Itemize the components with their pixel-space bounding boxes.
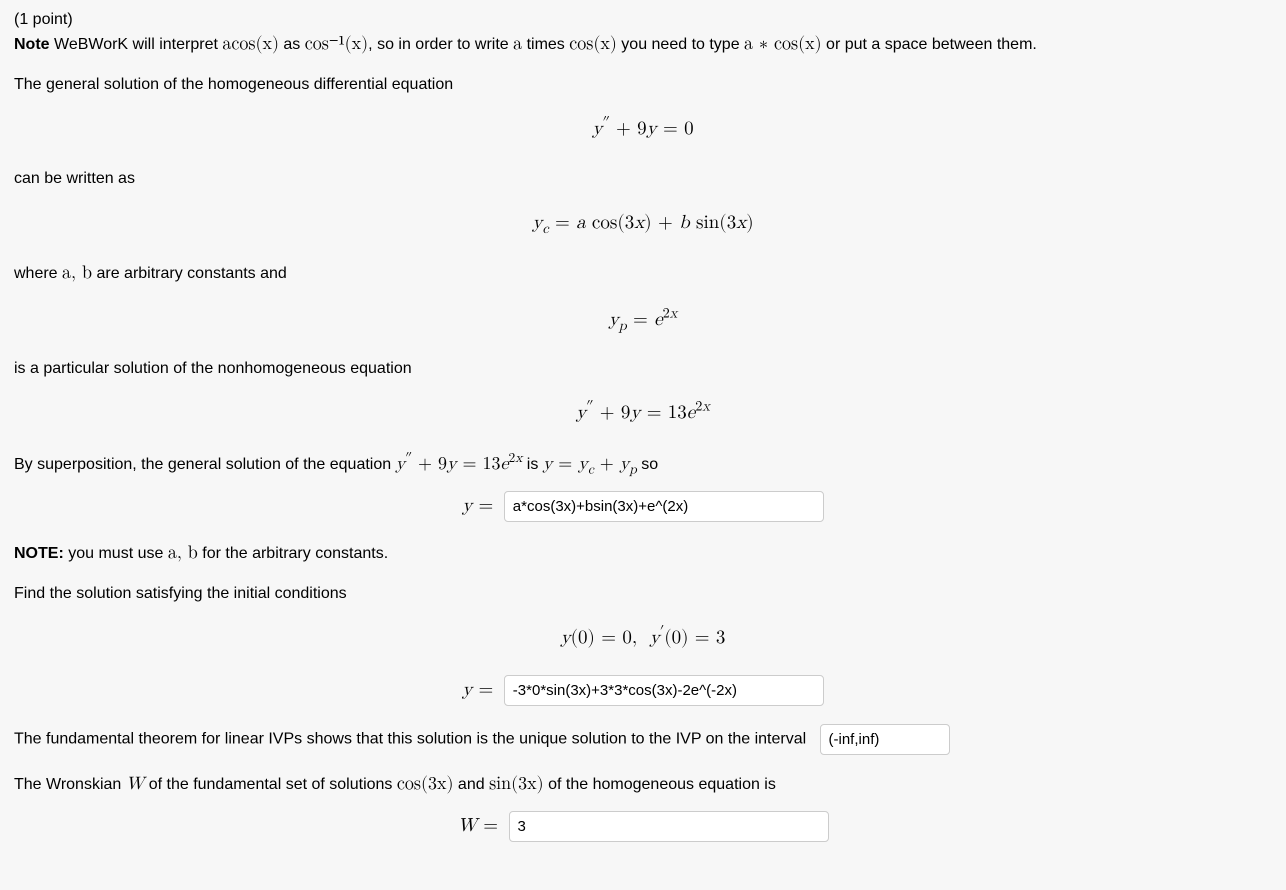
answer-row-y-general: y = <box>14 491 1272 522</box>
note2-text-a: you must use <box>64 545 168 562</box>
super-math-eq: y″ + 9y = 13e2x <box>396 455 523 473</box>
note-text-6: or put a space between them. <box>822 36 1037 53</box>
line-where-ab: where a, b are arbitrary constants and <box>14 260 1272 286</box>
y-general-input[interactable] <box>504 491 824 522</box>
note-math-arccos: cos⁻¹(x) <box>305 35 368 53</box>
wronskian-lhs: W = <box>457 816 498 835</box>
wronskian-input[interactable] <box>509 811 829 842</box>
wr-W: W <box>126 775 145 793</box>
super-math-sum: y = yc + yp <box>543 455 637 473</box>
point-value: (1 point) <box>14 11 73 28</box>
answer-row-wronskian: W = <box>14 811 1272 842</box>
y-general-lhs: y = <box>462 496 493 515</box>
note-text-5: you need to type <box>617 36 744 53</box>
answer-row-y-particular: y = <box>14 675 1272 706</box>
line-general-solution: The general solution of the homogeneous … <box>14 73 1272 96</box>
where-text-a: where <box>14 265 62 282</box>
wr-sin: sin(3x) <box>489 775 544 793</box>
note2-ab: a, b <box>168 544 198 562</box>
note-arb-constants: NOTE: you must use a, b for the arbitrar… <box>14 540 1272 566</box>
where-ab: a, b <box>62 264 92 282</box>
y-particular-lhs: y = <box>462 680 493 699</box>
note2-text-b: for the arbitrary constants. <box>198 545 388 562</box>
equation-nonhomogeneous: y″ + 9y = 13e2x <box>14 398 1272 428</box>
super-text-a: By superposition, the general solution o… <box>14 456 396 473</box>
note2-label: NOTE: <box>14 545 64 562</box>
equation-homogeneous: y″ + 9y = 0 <box>14 114 1272 144</box>
wr-cos: cos(3x) <box>397 775 454 793</box>
super-text-c: so <box>637 456 658 473</box>
equation-yc: yc = a cos(3x) + b sin(3x) <box>14 208 1272 238</box>
header-line: (1 point) Note WeBWorK will interpret ac… <box>14 8 1272 57</box>
note-math-astarcos: a ∗ cos(x) <box>744 35 822 53</box>
super-text-b: is <box>522 456 542 473</box>
note-text-3: , so in order to write <box>368 36 513 53</box>
note-math-acos: acos(x) <box>222 35 279 53</box>
equation-initial-conditions: y(0) = 0, y′(0) = 3 <box>14 623 1272 653</box>
note-math-a: a <box>513 35 522 53</box>
equation-yp: yp = e2x <box>14 305 1272 335</box>
line-initial-conditions: Find the solution satisfying the initial… <box>14 582 1272 605</box>
line-particular: is a particular solution of the nonhomog… <box>14 357 1272 380</box>
ft-text: The fundamental theorem for linear IVPs … <box>14 731 806 748</box>
wr-text-b: of the fundamental set of solutions <box>144 776 397 793</box>
note-label: Note <box>14 36 50 53</box>
problem-page: (1 point) Note WeBWorK will interpret ac… <box>0 0 1286 890</box>
where-text-b: are arbitrary constants and <box>92 265 287 282</box>
wr-text-d: of the homogeneous equation is <box>544 776 776 793</box>
line-superposition: By superposition, the general solution o… <box>14 451 1272 477</box>
interval-input[interactable] <box>820 724 950 755</box>
line-wronskian: The Wronskian W of the fundamental set o… <box>14 771 1272 797</box>
wr-text-c: and <box>453 776 489 793</box>
note-text-2: as <box>279 36 305 53</box>
note-text-1: WeBWorK will interpret <box>50 36 223 53</box>
y-particular-input[interactable] <box>504 675 824 706</box>
wr-text-a: The Wronskian <box>14 776 126 793</box>
line-fundamental-theorem: The fundamental theorem for linear IVPs … <box>14 724 1272 755</box>
note-text-4: times <box>522 36 569 53</box>
line-can-be-written: can be written as <box>14 167 1272 190</box>
note-math-cos: cos(x) <box>569 35 617 53</box>
